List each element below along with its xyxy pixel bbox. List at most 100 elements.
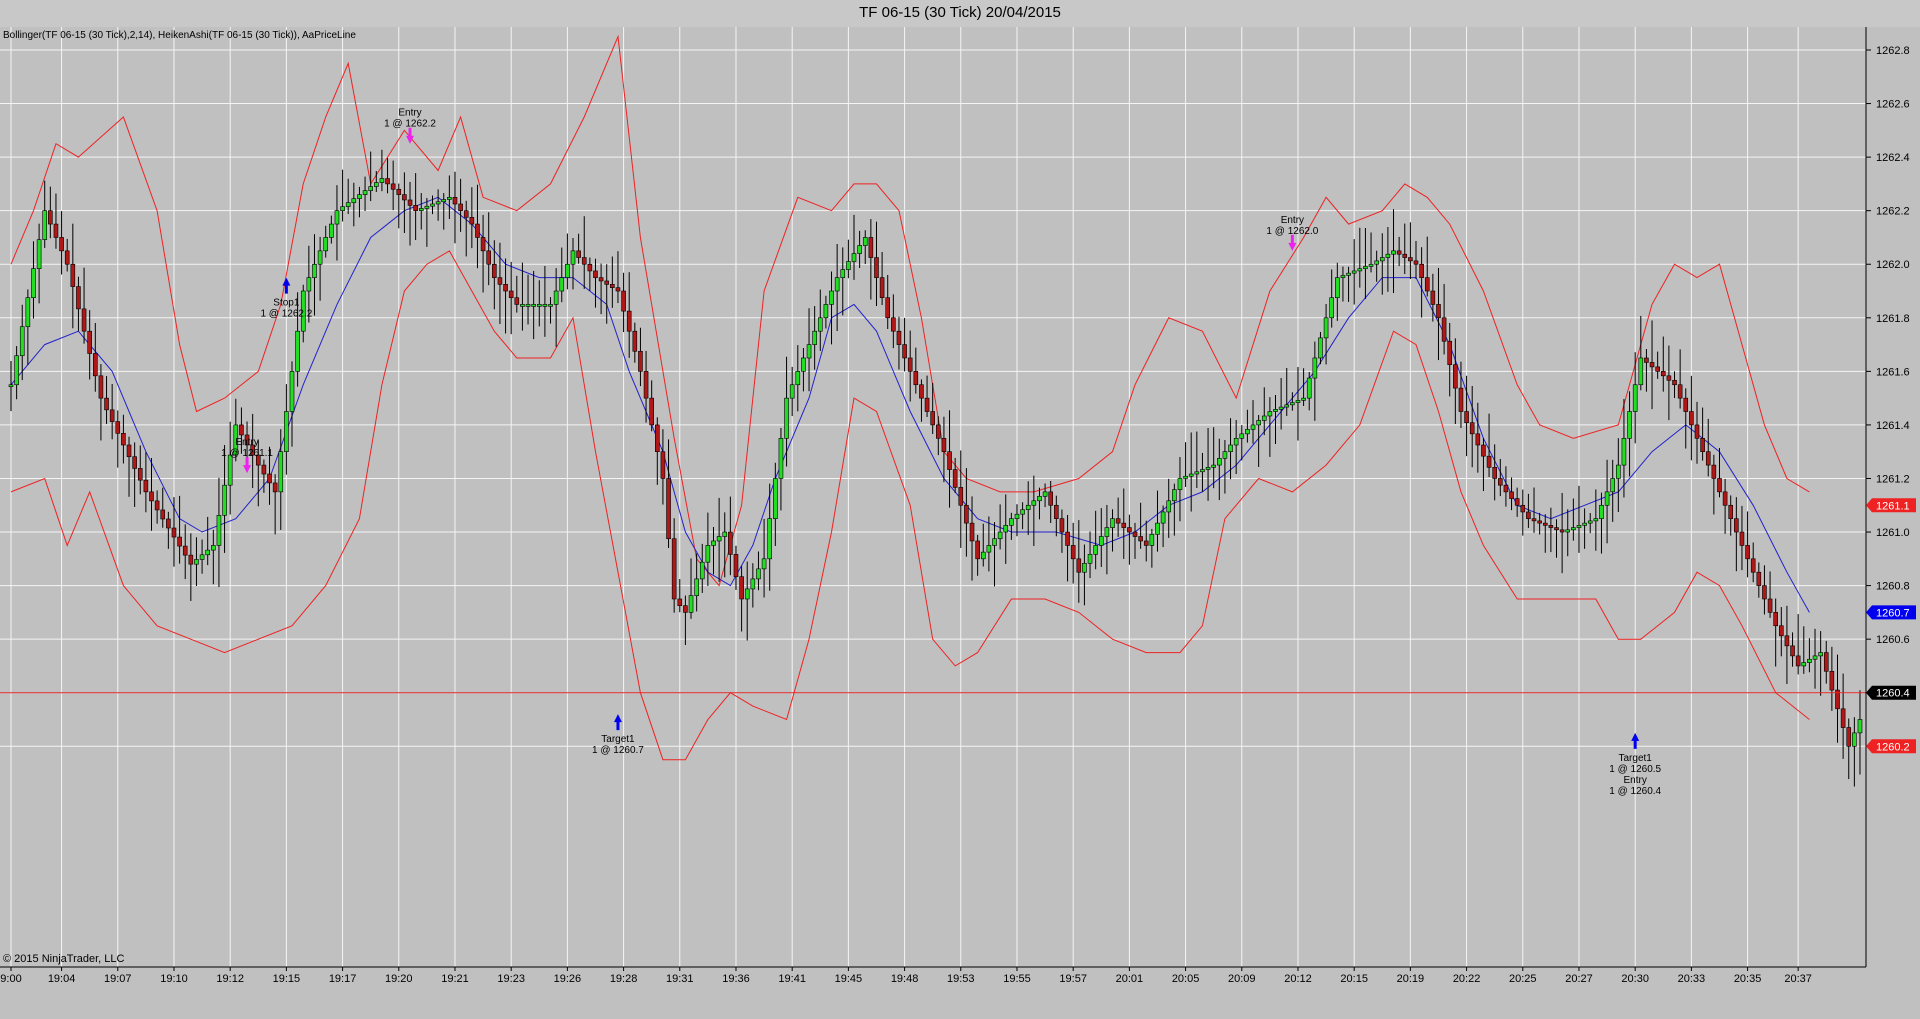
x-axis-label: 20:12 <box>1284 973 1312 985</box>
candle-body <box>846 261 851 270</box>
candle-body <box>216 515 222 546</box>
candle-body <box>795 371 801 386</box>
candle-body <box>1469 422 1475 435</box>
candle-body <box>64 250 70 265</box>
x-axis-label: 19:21 <box>441 973 469 985</box>
x-axis-label: 19:31 <box>666 973 694 985</box>
x-axis-label: 20:22 <box>1453 973 1481 985</box>
candle-body <box>351 198 357 203</box>
candle-body <box>323 237 329 252</box>
candle-body <box>1009 518 1014 526</box>
candle-body <box>1290 402 1295 406</box>
candle-body <box>587 263 593 272</box>
candle-body <box>418 208 424 211</box>
candle-body <box>610 284 615 288</box>
x-axis-label: 20:05 <box>1172 973 1200 985</box>
candle-body <box>1205 467 1211 470</box>
candle-body <box>261 464 267 475</box>
candle-body <box>756 568 761 580</box>
candle-body <box>1498 478 1503 486</box>
candle-body <box>806 344 812 359</box>
candle-body <box>1767 598 1773 613</box>
candle-body <box>879 277 885 299</box>
candle-body <box>1610 478 1615 493</box>
candle-body <box>1346 272 1351 276</box>
candle-body <box>1054 504 1059 519</box>
candle-body <box>1143 540 1149 546</box>
y-axis-label: 1261.2 <box>1876 473 1910 485</box>
y-axis-price-marker-label: 1260.2 <box>1876 741 1910 753</box>
candle-body <box>385 178 390 185</box>
candle-body <box>222 484 227 516</box>
candle-body <box>1750 558 1756 573</box>
candlestick-chart[interactable]: Entry1 @ 1261.1Stop11 @ 1262.2Entry1 @ 1… <box>0 27 1920 1014</box>
candle-body <box>1233 438 1239 446</box>
candle-body <box>1318 337 1323 359</box>
candle-body <box>19 326 25 357</box>
trade-label: 1 @ 1261.1 <box>221 448 273 459</box>
candle-body <box>1554 527 1559 531</box>
candle-body <box>160 509 166 520</box>
x-axis-label: 19:53 <box>947 973 975 985</box>
candle-body <box>1351 270 1357 274</box>
candle-body <box>604 280 610 285</box>
candle-body <box>1694 424 1700 439</box>
candle-body <box>716 536 722 542</box>
candle-body <box>1531 518 1537 522</box>
trade-label: Entry <box>1624 775 1647 786</box>
chart-panel[interactable]: Entry 1 @ 1261.1 Stop1 1 @ 1262.2 Entry 1 @ 1… <box>0 27 1920 1014</box>
candle-body <box>1734 518 1739 533</box>
candle-body <box>761 558 767 570</box>
candle-body <box>1779 625 1784 637</box>
candle-body <box>1306 377 1312 399</box>
candle-body <box>132 456 137 469</box>
candle-body <box>1453 364 1458 389</box>
candle-body <box>227 454 233 486</box>
candle-body <box>896 330 902 345</box>
candle-body <box>1840 708 1846 728</box>
candle-body <box>1728 504 1734 519</box>
candle-body <box>1025 504 1031 511</box>
candle-body <box>1065 531 1070 546</box>
y-axis-label: 1262.2 <box>1876 206 1910 218</box>
candle-body <box>1340 275 1346 278</box>
candle-body <box>1200 469 1205 473</box>
candle-body <box>53 223 59 238</box>
candle-body <box>1627 411 1632 439</box>
x-axis-label: 19:04 <box>48 973 76 985</box>
candle-body <box>149 491 154 502</box>
window-titlebar: TF 06-15 (30 Tick) 20/04/2015 <box>0 0 1920 28</box>
candle-body <box>272 482 278 493</box>
y-axis-label: 1262.4 <box>1876 152 1910 164</box>
candle-body <box>615 287 621 292</box>
candle-body <box>728 531 733 555</box>
candle-body <box>565 263 570 278</box>
candle-body <box>340 206 345 211</box>
y-axis-label: 1261.0 <box>1876 527 1910 539</box>
candle-body <box>1188 473 1194 477</box>
candle-body <box>1464 411 1469 423</box>
trade-label: Entry <box>1281 215 1304 226</box>
candle-body <box>553 290 559 305</box>
x-axis-label: 19:07 <box>104 973 132 985</box>
candle-body <box>1481 444 1486 457</box>
candle-body <box>1599 504 1604 519</box>
candle-body <box>1042 491 1048 497</box>
candle-body <box>576 250 581 258</box>
candle-body <box>913 371 919 386</box>
candle-body <box>1441 317 1447 342</box>
x-axis-label: 19:10 <box>160 973 188 985</box>
candle-body <box>969 522 975 542</box>
candle-body <box>666 478 671 540</box>
candle-body <box>1132 531 1138 537</box>
candle-body <box>239 424 244 436</box>
candle-body <box>1649 362 1655 368</box>
candle-body <box>1458 387 1464 412</box>
x-axis-label: 20:27 <box>1565 973 1593 985</box>
candle-body <box>1082 562 1087 573</box>
candle-body <box>104 397 109 411</box>
x-axis-label: 19:55 <box>1003 973 1031 985</box>
x-axis-label: 19:17 <box>329 973 357 985</box>
candle-body <box>1295 400 1301 403</box>
candle-body <box>924 397 930 412</box>
